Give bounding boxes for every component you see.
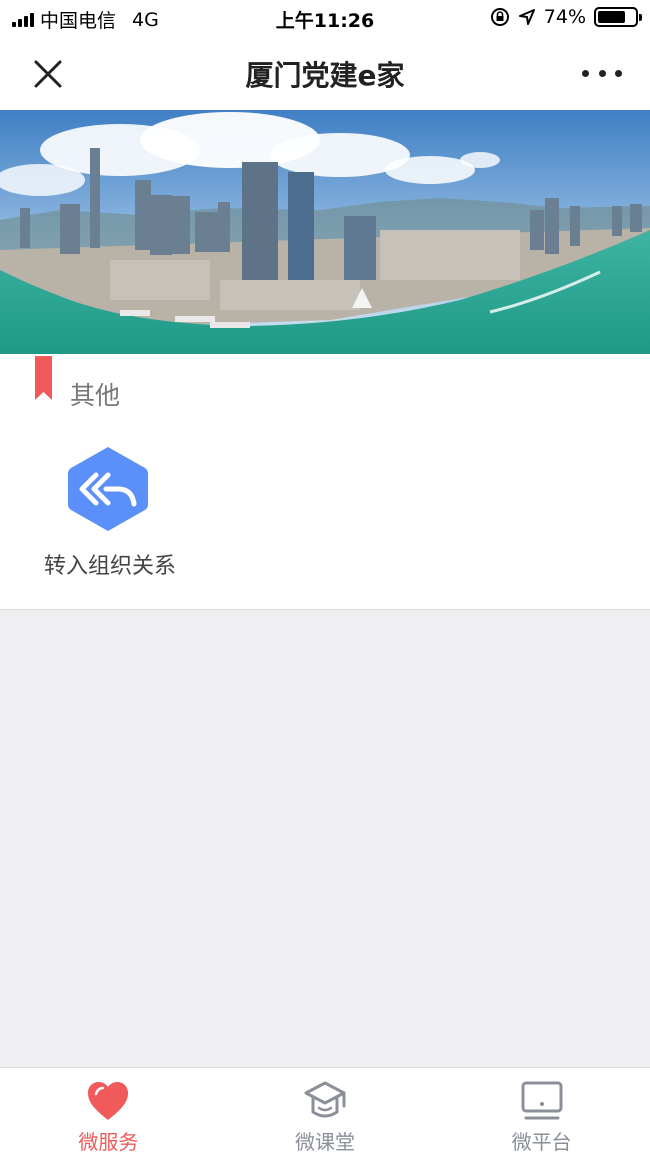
- status-bar: 中国电信 4G 上午11:26 74%: [0, 0, 650, 36]
- monitor-icon: [521, 1081, 563, 1120]
- bookmark-icon: [35, 356, 52, 400]
- tab-micro-service[interactable]: 微服务: [0, 1068, 217, 1156]
- page-title: 厦门党建e家: [245, 59, 405, 92]
- battery-icon: [594, 7, 642, 27]
- reply-all-icon: [68, 447, 148, 531]
- tab-label: 微服务: [78, 1130, 139, 1154]
- tab-label: 微平台: [511, 1130, 572, 1154]
- heart-icon: [88, 1082, 129, 1120]
- graduation-cap-icon: [304, 1081, 346, 1118]
- status-right: 74%: [490, 6, 642, 28]
- banner-image[interactable]: [0, 110, 650, 354]
- tab-micro-class[interactable]: 微课堂: [217, 1068, 434, 1156]
- tab-micro-platform[interactable]: 微平台: [433, 1068, 650, 1156]
- location-icon: [518, 9, 535, 25]
- tile-label: 转入组织关系: [43, 554, 176, 579]
- transfer-organization-tile[interactable]: 转入组织关系: [30, 444, 190, 584]
- orientation-lock-icon: [490, 8, 509, 26]
- banner-illustration: [0, 110, 650, 354]
- battery-percent: 74%: [543, 6, 586, 28]
- tab-label: 微课堂: [295, 1130, 355, 1154]
- more-button[interactable]: [582, 60, 622, 86]
- tab-bar: 微服务 微课堂 微平台: [0, 1067, 650, 1156]
- more-icon: [582, 69, 589, 77]
- close-button[interactable]: [30, 56, 66, 92]
- service-panel: 其他 转入组织关系: [0, 354, 650, 610]
- nav-bar: 厦门党建e家: [0, 36, 650, 110]
- close-icon: [34, 60, 62, 88]
- section-title: 其他: [70, 381, 121, 410]
